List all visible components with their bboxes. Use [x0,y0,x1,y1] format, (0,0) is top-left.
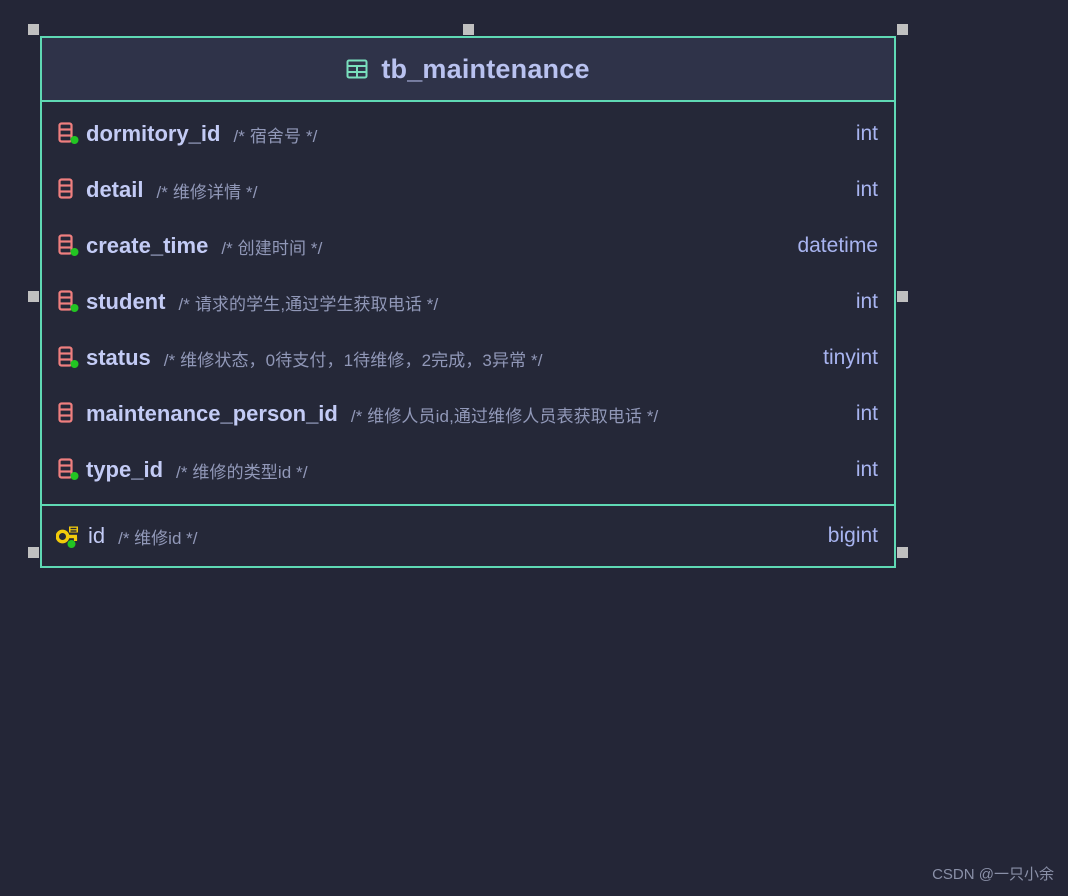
field-type: datetime [797,234,878,257]
resize-handle-top-right[interactable] [897,24,908,35]
field-name: detail [86,177,144,202]
field-type: int [855,122,878,145]
column-icon [54,455,84,485]
primary-key-name: id [88,523,106,548]
entity-main-body: tb_maintenance dormitory_id /* 宿舍号 */ in… [40,36,896,506]
field-type: int [855,458,878,481]
primary-key-type: bigint [827,524,878,547]
table-row[interactable]: student /* 请求的学生,通过学生获取电话 */ int [42,274,894,330]
resize-handle-top-center[interactable] [463,24,474,35]
primary-key-icon [54,521,84,551]
field-type: tinyint [823,346,878,369]
entity-header[interactable]: tb_maintenance [42,38,894,102]
field-name: create_time [86,233,209,258]
field-comment: /* 维修详情 */ [156,182,258,202]
field-type: int [855,402,878,425]
resize-handle-middle-right[interactable] [897,291,908,302]
table-row[interactable]: status /* 维修状态，0待支付，1待维修，2完成，3异常 */ tiny… [42,330,894,386]
primary-key-row[interactable]: id /* 维修id */ bigint [42,506,894,566]
field-comment: /* 创建时间 */ [221,238,323,258]
field-comment: /* 维修的类型id */ [176,462,308,482]
resize-handle-top-left[interactable] [28,24,39,35]
column-icon [54,399,84,429]
field-comment: /* 维修状态，0待支付，1待维修，2完成，3异常 */ [163,350,543,370]
field-type: int [855,178,878,201]
entity-field-list: dormitory_id /* 宿舍号 */ int detail /* 维修详… [42,102,894,504]
column-icon [54,119,84,149]
column-icon [54,175,84,205]
resize-handle-middle-left[interactable] [28,291,39,302]
watermark: CSDN @一只小余 [932,866,1054,883]
table-row[interactable]: dormitory_id /* 宿舍号 */ int [42,106,894,162]
entity-primary-key-section: id /* 维修id */ bigint [40,506,896,568]
entity-table-card[interactable]: tb_maintenance dormitory_id /* 宿舍号 */ in… [40,36,896,568]
field-name: type_id [86,457,164,482]
table-grid-icon [346,58,368,80]
field-name: student [86,289,166,314]
field-type: int [855,290,878,313]
column-icon [54,287,84,317]
table-row[interactable]: create_time /* 创建时间 */ datetime [42,218,894,274]
field-name: status [86,345,151,370]
column-icon [54,343,84,373]
field-name: dormitory_id [86,121,221,146]
column-icon [54,231,84,261]
entity-title: tb_maintenance [381,53,590,84]
field-comment: /* 维修人员id,通过维修人员表获取电话 */ [350,406,659,426]
table-row[interactable]: type_id /* 维修的类型id */ int [42,442,894,498]
field-comment: /* 请求的学生,通过学生获取电话 */ [178,294,439,314]
field-name: maintenance_person_id [86,401,338,426]
table-row[interactable]: maintenance_person_id /* 维修人员id,通过维修人员表获… [42,386,894,442]
resize-handle-bottom-left[interactable] [28,547,39,558]
primary-key-comment: /* 维修id */ [118,528,198,548]
field-comment: /* 宿舍号 */ [233,126,318,146]
resize-handle-bottom-right[interactable] [897,547,908,558]
table-row[interactable]: detail /* 维修详情 */ int [42,162,894,218]
